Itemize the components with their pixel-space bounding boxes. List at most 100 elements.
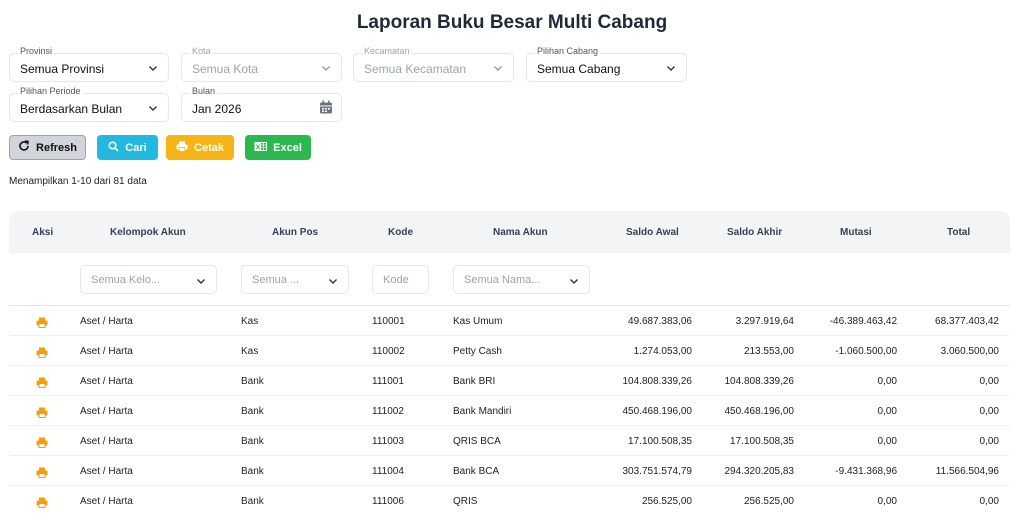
cabang-select[interactable]: Pilihan Cabang Semua Cabang (526, 46, 687, 82)
cell-saldo-awal: 104.808.339,26 (622, 376, 692, 387)
page-title: Laporan Buku Besar Multi Cabang (356, 12, 668, 33)
excel-button[interactable]: X Excel (245, 135, 311, 160)
header-mutasi: Mutasi (840, 227, 872, 238)
chevron-down-icon (148, 103, 158, 113)
kelompok-filter-value: Semua Kelo... (91, 274, 161, 286)
chevron-down-icon (328, 276, 338, 286)
print-icon[interactable] (36, 495, 48, 513)
cell-mutasi: -46.389.463,42 (829, 316, 897, 327)
refresh-label: Refresh (36, 141, 77, 154)
bulan-input[interactable]: Bulan Jan 2026 (181, 86, 342, 122)
header-kelompok-akun: Kelompok Akun (110, 227, 186, 238)
cell-nama-akun: Bank Mandiri (453, 406, 512, 417)
kode-filter-input[interactable]: Kode (372, 265, 429, 294)
calendar-icon[interactable] (319, 100, 333, 120)
kelompok-filter-select[interactable]: Semua Kelo... (80, 265, 217, 294)
excel-icon: X (254, 141, 268, 155)
cell-kode: 110001 (372, 316, 405, 327)
cabang-value: Semua Cabang (537, 62, 621, 76)
header-akun-pos: Akun Pos (272, 227, 319, 238)
cell-akun-pos: Bank (241, 466, 264, 477)
cell-nama-akun: QRIS BCA (453, 436, 501, 447)
kecamatan-value: Semua Kecamatan (364, 62, 467, 76)
cell-mutasi: 0,00 (877, 406, 897, 417)
table-row: Aset / Harta Bank 111001 Bank BRI 104.80… (9, 366, 1010, 396)
cell-nama-akun: Bank BCA (453, 466, 500, 477)
table-row: Aset / Harta Bank 111004 Bank BCA 303.75… (9, 456, 1010, 486)
kota-select[interactable]: Kota Semua Kota (181, 46, 342, 82)
cell-saldo-awal: 1.274.053,00 (633, 346, 692, 357)
akunpos-filter-select[interactable]: Semua ... (241, 265, 349, 294)
cell-saldo-akhir: 3.297.919,64 (735, 316, 794, 327)
cell-kelompok: Aset / Harta (80, 436, 133, 447)
cell-total: 0,00 (979, 496, 999, 507)
provinsi-value: Semua Provinsi (20, 62, 105, 76)
nama-filter-select[interactable]: Semua Nama... (453, 265, 590, 294)
kode-filter-placeholder: Kode (383, 274, 409, 286)
cell-kelompok: Aset / Harta (80, 496, 133, 507)
refresh-button[interactable]: Refresh (9, 135, 86, 160)
print-icon[interactable] (36, 375, 48, 393)
provinsi-select[interactable]: Provinsi Semua Provinsi (9, 46, 169, 82)
printer-icon (176, 141, 188, 155)
chevron-down-icon (321, 63, 331, 73)
periode-select[interactable]: Pilihan Periode Berdasarkan Bulan (9, 86, 169, 122)
cell-nama-akun: Bank BRI (453, 376, 496, 387)
header-saldo-awal: Saldo Awal (626, 227, 679, 238)
ledger-table: Aksi Kelompok Akun Akun Pos Kode Nama Ak… (9, 211, 1010, 515)
kecamatan-select[interactable]: Kecamatan Semua Kecamatan (353, 46, 514, 82)
table-row: Aset / Harta Bank 111003 QRIS BCA 17.100… (9, 426, 1010, 456)
refresh-icon (18, 140, 30, 155)
cell-saldo-awal: 450.468.196,00 (622, 406, 692, 417)
search-icon (108, 140, 119, 155)
cell-kelompok: Aset / Harta (80, 316, 133, 327)
print-icon[interactable] (36, 405, 48, 423)
cell-total: 3.060.500,00 (940, 346, 999, 357)
kota-label: Kota (190, 46, 213, 57)
cell-mutasi: 0,00 (877, 376, 897, 387)
nama-filter-value: Semua Nama... (464, 274, 541, 286)
periode-label: Pilihan Periode (18, 86, 83, 97)
cell-kode: 111004 (372, 466, 404, 477)
table-row: Aset / Harta Bank 111006 QRIS 256.525,00… (9, 486, 1010, 515)
cell-kode: 111006 (372, 496, 404, 507)
chevron-down-icon (148, 63, 158, 73)
table-row: Aset / Harta Bank 111002 Bank Mandiri 45… (9, 396, 1010, 426)
chevron-down-icon (666, 63, 676, 73)
kota-value: Semua Kota (192, 62, 259, 76)
cell-total: 0,00 (979, 406, 999, 417)
cell-saldo-akhir: 213.553,00 (743, 346, 794, 357)
cell-mutasi: -9.431.368,96 (835, 466, 897, 477)
print-icon[interactable] (36, 315, 48, 333)
cell-kelompok: Aset / Harta (80, 466, 133, 477)
chevron-down-icon (196, 276, 206, 286)
print-icon[interactable] (36, 465, 48, 483)
cell-nama-akun: Petty Cash (453, 346, 502, 357)
cell-saldo-akhir: 104.808.339,26 (724, 376, 794, 387)
cell-kelompok: Aset / Harta (80, 406, 133, 417)
header-aksi: Aksi (32, 227, 54, 238)
cell-mutasi: 0,00 (877, 496, 897, 507)
cell-mutasi: 0,00 (877, 436, 897, 447)
cell-total: 68.377.403,42 (935, 316, 999, 327)
cari-button[interactable]: Cari (97, 135, 158, 160)
cell-total: 0,00 (979, 436, 999, 447)
cell-akun-pos: Bank (241, 496, 264, 507)
header-kode: Kode (388, 227, 413, 238)
table-body: Aset / Harta Kas 110001 Kas Umum 49.687.… (9, 306, 1010, 515)
cell-akun-pos: Bank (241, 376, 264, 387)
cell-kode: 111001 (372, 376, 404, 387)
cabang-label: Pilihan Cabang (535, 46, 601, 57)
print-icon[interactable] (36, 435, 48, 453)
periode-value: Berdasarkan Bulan (20, 102, 123, 116)
header-saldo-akhir: Saldo Akhir (727, 227, 783, 238)
print-icon[interactable] (36, 345, 48, 363)
cell-kode: 111002 (372, 406, 404, 417)
bulan-label: Bulan (190, 86, 218, 97)
cell-akun-pos: Bank (241, 436, 264, 447)
cell-nama-akun: QRIS (453, 496, 478, 507)
table-header: Aksi Kelompok Akun Akun Pos Kode Nama Ak… (9, 211, 1010, 253)
column-filters: Semua Kelo... Semua ... Kode Semua Nama.… (9, 253, 1010, 306)
cetak-button[interactable]: Cetak (166, 135, 234, 160)
cell-saldo-awal: 303.751.574,79 (622, 466, 692, 477)
